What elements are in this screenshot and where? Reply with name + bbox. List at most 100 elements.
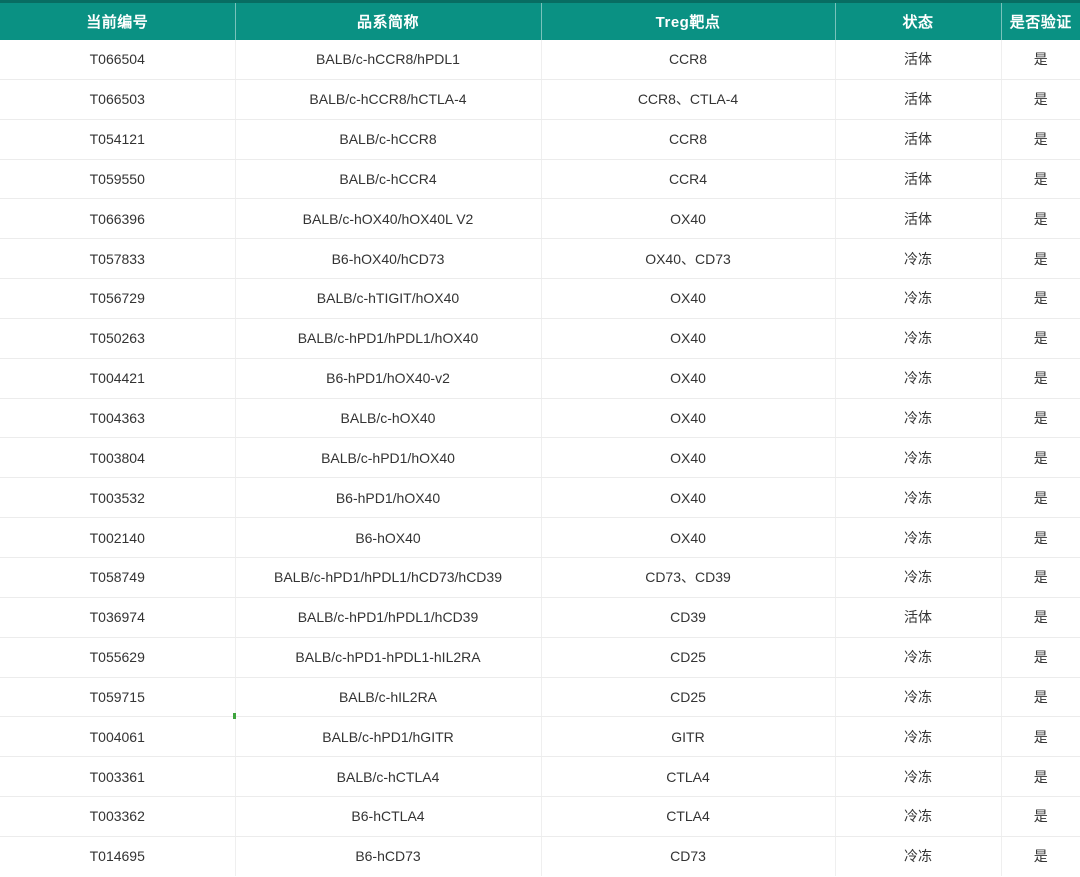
cell-verified: 是 [1000, 278, 1080, 319]
cell-status: 活体 [834, 119, 1001, 160]
cell-strain-name: BALB/c-hCCR8/hCTLA-4 [234, 79, 541, 120]
cell-strain-name: B6-hOX40 [234, 517, 541, 558]
cell-current-id: T055629 [0, 637, 235, 678]
cell-status: 冷冻 [834, 637, 1001, 678]
cell-status: 冷冻 [834, 318, 1001, 359]
table-row: T055629 BALB/c-hPD1-hPDL1-hIL2RA CD25 冷冻是 [0, 637, 1080, 678]
cell-current-id: T050263 [0, 318, 235, 359]
cell-current-id: T054121 [0, 119, 235, 160]
cell-current-id: T004061 [0, 716, 235, 758]
cell-strain-name: BALB/c-hIL2RA [234, 677, 541, 718]
column-header-status: 状态 [834, 0, 1001, 40]
table-row: T066504 BALB/c-hCCR8/hPDL1 CCR8 活体是 [0, 40, 1080, 80]
cell-strain-name: BALB/c-hOX40/hOX40L V2 [234, 198, 541, 240]
cell-verified: 是 [1000, 477, 1080, 519]
table-row: T056729 BALB/c-hTIGIT/hOX40 OX40 冷冻是 [0, 278, 1080, 319]
cell-treg-target: CD25 [540, 637, 835, 678]
cell-treg-target: CD25 [540, 677, 835, 718]
cell-verified: 是 [1000, 637, 1080, 678]
cell-strain-name: BALB/c-hCTLA4 [234, 756, 541, 798]
table-row: T054121 BALB/c-hCCR8 CCR8 活体是 [0, 119, 1080, 160]
cell-status: 冷冻 [834, 238, 1001, 280]
cell-current-id: T004363 [0, 398, 235, 439]
table-header: 当前编号 品系简称 Treg靶点 状态 是否验证 [0, 0, 1080, 40]
cell-current-id: T059715 [0, 677, 235, 718]
cell-strain-name: BALB/c-hCCR4 [234, 159, 541, 200]
cell-treg-target: OX40 [540, 477, 835, 519]
table-row: T057833 B6-hOX40/hCD73 OX40、CD73 冷冻是 [0, 238, 1080, 280]
cell-verified: 是 [1000, 40, 1080, 80]
cell-treg-target: OX40 [540, 437, 835, 479]
cell-verified: 是 [1000, 119, 1080, 160]
cell-current-id: T002140 [0, 517, 235, 558]
cell-strain-name: B6-hOX40/hCD73 [234, 238, 541, 280]
cell-status: 冷冻 [834, 278, 1001, 319]
cell-current-id: T056729 [0, 278, 235, 319]
table-row: T003362 B6-hCTLA4 CTLA4 冷冻是 [0, 796, 1080, 837]
cell-status: 冷冻 [834, 517, 1001, 558]
cell-verified: 是 [1000, 517, 1080, 558]
cell-current-id: T003361 [0, 756, 235, 798]
cell-treg-target: OX40 [540, 398, 835, 439]
cell-current-id: T003532 [0, 477, 235, 519]
cell-current-id: T003804 [0, 437, 235, 479]
table-row: T003532 B6-hPD1/hOX40 OX40 冷冻是 [0, 477, 1080, 519]
cell-verified: 是 [1000, 557, 1080, 598]
cell-status: 冷冻 [834, 677, 1001, 718]
cell-current-id: T004421 [0, 358, 235, 399]
cell-verified: 是 [1000, 756, 1080, 798]
column-header-treg-target: Treg靶点 [540, 0, 835, 40]
cell-verified: 是 [1000, 318, 1080, 359]
cell-current-id: T066503 [0, 79, 235, 120]
cell-treg-target: CD73 [540, 836, 835, 876]
cell-current-id: T059550 [0, 159, 235, 200]
cell-verified: 是 [1000, 836, 1080, 876]
cell-verified: 是 [1000, 677, 1080, 718]
cell-current-id: T057833 [0, 238, 235, 280]
cell-treg-target: CCR4 [540, 159, 835, 200]
table-row: T004421 B6-hPD1/hOX40-v2 OX40 冷冻是 [0, 358, 1080, 399]
cell-status: 冷冻 [834, 557, 1001, 598]
table-header-row: 当前编号 品系简称 Treg靶点 状态 是否验证 [0, 0, 1080, 40]
cell-treg-target: OX40 [540, 517, 835, 558]
table-row: T050263 BALB/c-hPD1/hPDL1/hOX40 OX40 冷冻是 [0, 318, 1080, 359]
table-row: T059550 BALB/c-hCCR4 CCR4 活体是 [0, 159, 1080, 200]
cell-status: 活体 [834, 40, 1001, 80]
cell-strain-name: BALB/c-hPD1/hOX40 [234, 437, 541, 479]
cell-strain-name: B6-hCTLA4 [234, 796, 541, 837]
table-row: T058749 BALB/c-hPD1/hPDL1/hCD73/hCD39 CD73… [0, 557, 1080, 598]
table-row: T036974 BALB/c-hPD1/hPDL1/hCD39 CD39 活体是 [0, 597, 1080, 638]
cell-verified: 是 [1000, 597, 1080, 638]
cell-current-id: T014695 [0, 836, 235, 876]
cell-status: 冷冻 [834, 358, 1001, 399]
table-row: T003361 BALB/c-hCTLA4 CTLA4 冷冻是 [0, 756, 1080, 798]
stray-green-mark [233, 713, 236, 719]
cell-strain-name: BALB/c-hOX40 [234, 398, 541, 439]
cell-status: 冷冻 [834, 796, 1001, 837]
cell-current-id: T066504 [0, 40, 235, 80]
cell-treg-target: OX40 [540, 278, 835, 319]
cell-verified: 是 [1000, 159, 1080, 200]
cell-treg-target: CCR8 [540, 119, 835, 160]
cell-treg-target: OX40 [540, 318, 835, 359]
cell-treg-target: OX40 [540, 198, 835, 240]
cell-treg-target: CD39 [540, 597, 835, 638]
cell-strain-name: BALB/c-hCCR8/hPDL1 [234, 40, 541, 80]
cell-treg-target: CTLA4 [540, 796, 835, 837]
cell-status: 冷冻 [834, 756, 1001, 798]
cell-current-id: T003362 [0, 796, 235, 837]
cell-strain-name: BALB/c-hPD1/hPDL1/hOX40 [234, 318, 541, 359]
cell-treg-target: CTLA4 [540, 756, 835, 798]
cell-current-id: T036974 [0, 597, 235, 638]
cell-status: 活体 [834, 79, 1001, 120]
column-header-current-id: 当前编号 [0, 0, 235, 40]
cell-status: 冷冻 [834, 398, 1001, 439]
cell-current-id: T058749 [0, 557, 235, 598]
cell-strain-name: BALB/c-hPD1/hPDL1/hCD73/hCD39 [234, 557, 541, 598]
cell-verified: 是 [1000, 198, 1080, 240]
cell-strain-name: B6-hCD73 [234, 836, 541, 876]
cell-strain-name: BALB/c-hTIGIT/hOX40 [234, 278, 541, 319]
cell-strain-name: B6-hPD1/hOX40-v2 [234, 358, 541, 399]
cell-status: 活体 [834, 198, 1001, 240]
cell-verified: 是 [1000, 796, 1080, 837]
